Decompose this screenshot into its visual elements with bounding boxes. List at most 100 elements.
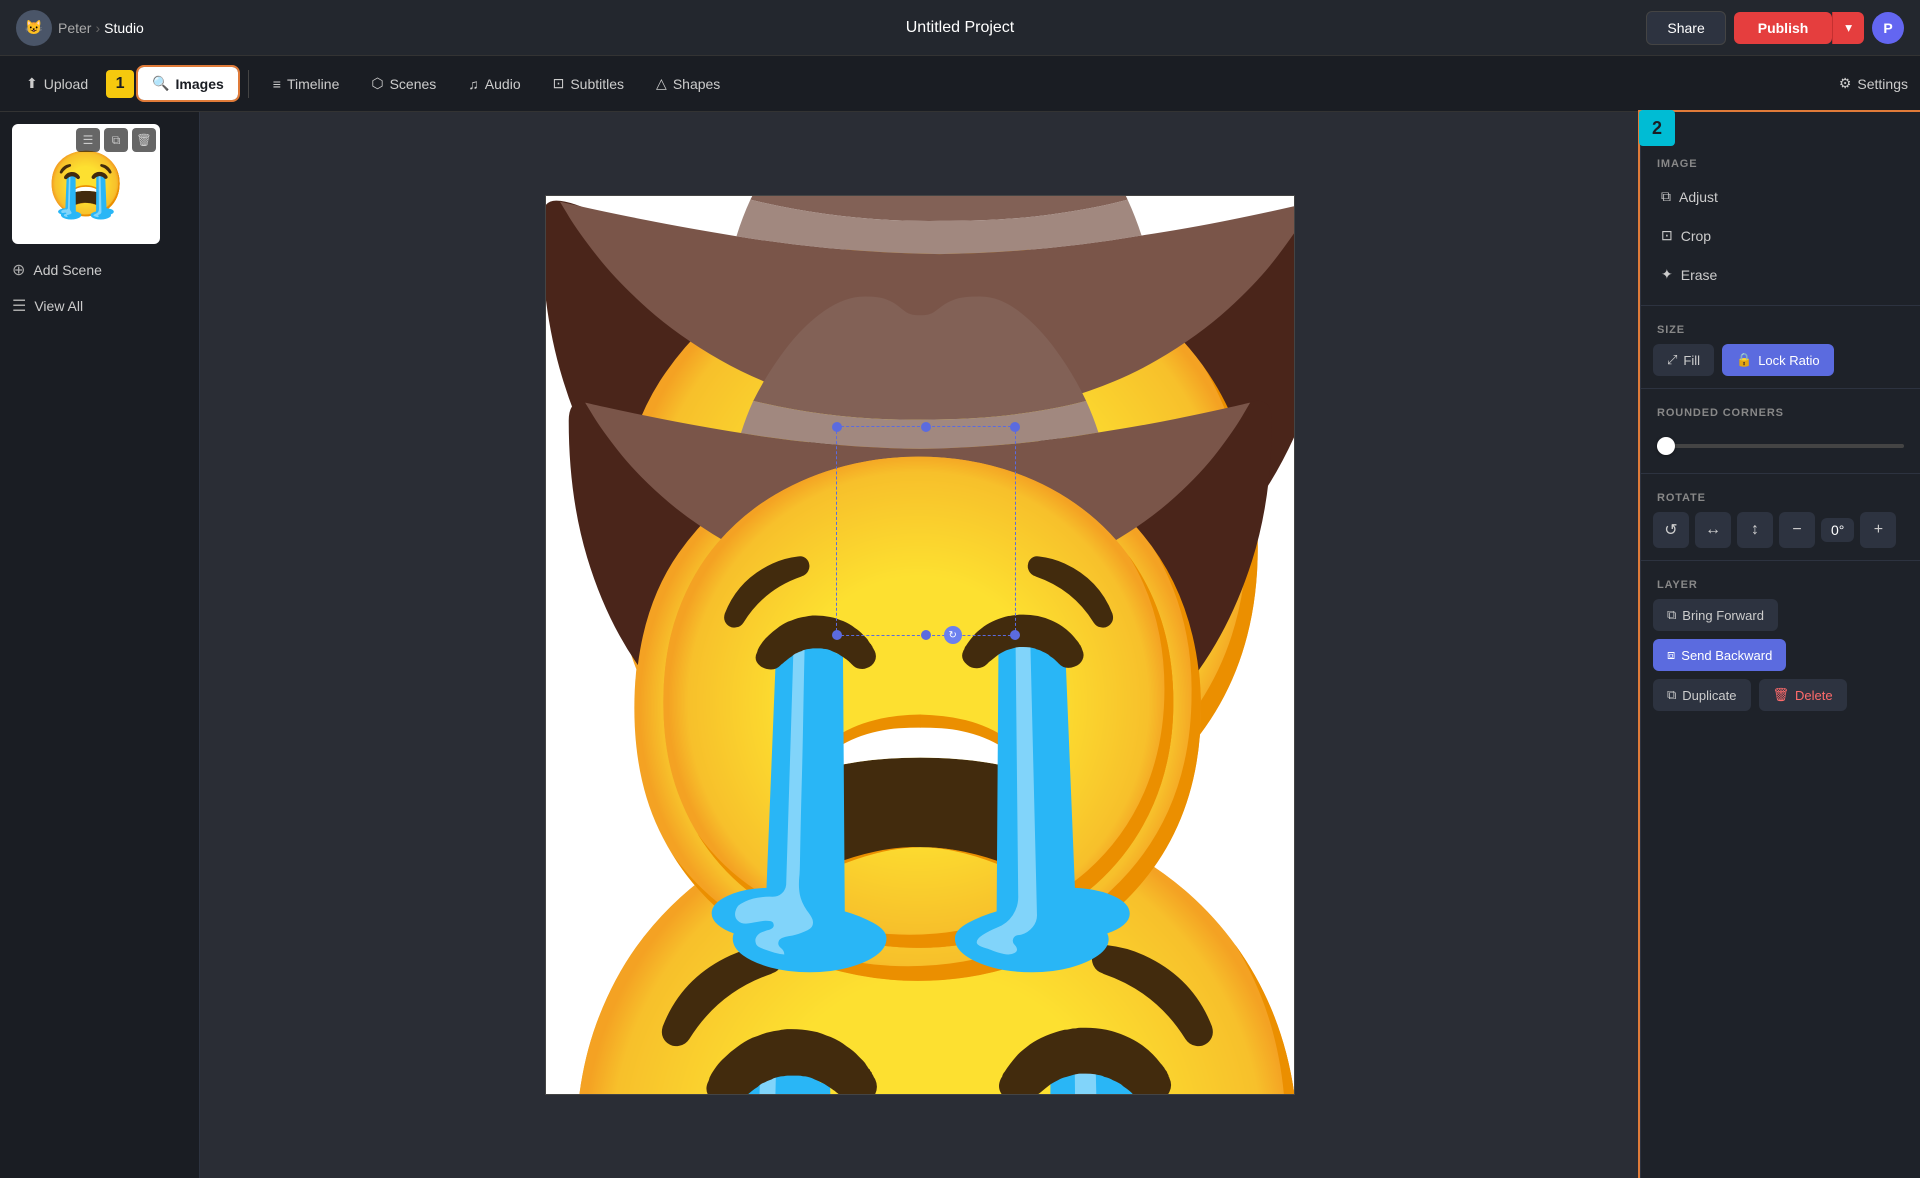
rotate-degree: 0° [1831,522,1844,538]
breadcrumb: Peter › Studio [58,20,144,36]
size-row: ⤢ Fill 🔒 Lock Ratio [1653,344,1908,376]
avatar-wrap: 😺 Peter › Studio [16,10,144,46]
timeline-button[interactable]: ≡ Timeline [259,68,354,100]
rotate-ccw-button[interactable]: ↺ [1653,512,1689,548]
divider-1 [1641,305,1920,306]
delete-icon: 🗑 [1773,687,1790,703]
divider-3 [1641,473,1920,474]
rotate-section: ↺ ↔ ↕ − 0° + [1641,512,1920,560]
upload-label: Upload [44,76,88,92]
audio-button[interactable]: ♫ Audio [454,68,534,100]
emoji-overlay: 😭 [546,196,1294,1094]
publish-group: Publish ▾ [1734,12,1864,44]
settings-button[interactable]: ⚙ Settings [1839,75,1908,92]
rotate-controls: ↺ ↔ ↕ − 0° + [1653,512,1908,548]
shapes-label: Shapes [673,76,720,92]
rounded-section [1641,427,1920,473]
delete-button[interactable]: 🗑 Delete [1759,679,1847,711]
timeline-icon: ≡ [273,76,281,92]
lock-ratio-button[interactable]: 🔒 Lock Ratio [1722,344,1834,376]
shapes-button[interactable]: △ Shapes [642,67,734,100]
share-button[interactable]: Share [1646,11,1725,45]
layer-row-2: ⧈ Send Backward [1653,639,1908,671]
right-panel: 2 IMAGE ⧉ Adjust ⊡ Crop ✦ Erase SIZE ⤢ [1640,112,1920,1178]
scenes-button[interactable]: ⬡ Scenes [357,67,450,100]
section-rounded-title: ROUNDED CORNERS [1641,393,1920,427]
publish-button[interactable]: Publish [1734,12,1833,44]
adjust-label: Adjust [1679,189,1718,205]
divider-4 [1641,560,1920,561]
crop-button[interactable]: ⊡ Crop [1649,217,1912,254]
toolbar-divider [248,70,249,98]
scene-delete-icon[interactable]: 🗑 [132,128,156,152]
audio-label: Audio [485,76,521,92]
scenes-icon: ⬡ [371,75,383,92]
duplicate-icon: ⧉ [1667,687,1676,703]
divider-2 [1641,388,1920,389]
erase-icon: ✦ [1661,266,1673,283]
erase-label: Erase [1681,267,1718,283]
section-layer-title: LAYER [1641,565,1920,599]
rotate-plus-button[interactable]: + [1860,512,1896,548]
view-all-label: View All [34,298,83,314]
step2-badge: 2 [1639,110,1675,146]
user-avatar-icon[interactable]: 😺 [16,10,52,46]
step1-badge: 1 [106,70,134,98]
images-button[interactable]: 🔍 Images [138,67,238,100]
user-initial-avatar[interactable]: P [1872,12,1904,44]
size-section: ⤢ Fill 🔒 Lock Ratio [1641,344,1920,388]
scene-thumbnail[interactable]: 😭 ☰ ⧉ 🗑 [12,124,160,244]
breadcrumb-sep: › [95,20,100,36]
gear-icon: ⚙ [1839,75,1852,92]
plus-icon: ⊕ [12,260,25,280]
crop-label: Crop [1681,228,1711,244]
scene-controls: ☰ ⧉ 🗑 [76,128,156,152]
layer-row-3: ⧉ Duplicate 🗑 Delete [1653,679,1908,711]
subtitles-label: Subtitles [570,76,624,92]
lock-ratio-label: Lock Ratio [1758,353,1819,368]
canvas-content: 🤠😭 🤠 😭 [546,196,1294,1094]
duplicate-label: Duplicate [1682,688,1736,703]
canvas-wrapper[interactable]: 🤠😭 🤠 😭 [545,195,1295,1095]
scene-menu-icon[interactable]: ☰ [76,128,100,152]
canvas-area[interactable]: 🤠😭 🤠 😭 [200,112,1640,1178]
rounded-corners-slider[interactable] [1657,444,1904,448]
section-image-title: IMAGE [1641,112,1920,178]
toolbar: ⬆ Upload 1 🔍 Images ≡ Timeline ⬡ Scenes … [0,56,1920,112]
slider-wrap [1653,427,1908,461]
project-title[interactable]: Untitled Project [906,19,1015,37]
erase-button[interactable]: ✦ Erase [1649,256,1912,293]
topbar: 😺 Peter › Studio Untitled Project Share … [0,0,1920,56]
list-icon: ☰ [12,296,26,316]
add-scene-label: Add Scene [33,262,102,278]
bring-forward-button[interactable]: ⧉ Bring Forward [1653,599,1778,631]
rotate-minus-button[interactable]: − [1779,512,1815,548]
adjust-button[interactable]: ⧉ Adjust [1649,178,1912,215]
shapes-icon: △ [656,75,667,92]
publish-caret-button[interactable]: ▾ [1832,12,1864,44]
flip-h-button[interactable]: ↔ [1695,512,1731,548]
fill-icon: ⤢ [1667,352,1677,368]
settings-label: Settings [1857,76,1908,92]
view-all-button[interactable]: ☰ View All [12,292,187,320]
breadcrumb-user[interactable]: Peter [58,20,91,36]
left-actions: ⊕ Add Scene ☰ View All [12,256,187,320]
send-backward-icon: ⧈ [1667,647,1675,663]
upload-button[interactable]: ⬆ Upload [12,67,102,100]
send-backward-button[interactable]: ⧈ Send Backward [1653,639,1786,671]
search-icon: 🔍 [152,75,169,92]
layer-section: ⧉ Bring Forward ⧈ Send Backward ⧉ Duplic… [1641,599,1920,727]
flip-v-button[interactable]: ↕ [1737,512,1773,548]
crop-icon: ⊡ [1661,227,1673,244]
section-size-title: SIZE [1641,310,1920,344]
section-rotate-title: ROTATE [1641,478,1920,512]
images-label: Images [176,76,224,92]
duplicate-button[interactable]: ⧉ Duplicate [1653,679,1751,711]
subtitles-button[interactable]: ⊡ Subtitles [539,67,638,100]
breadcrumb-studio[interactable]: Studio [104,20,144,36]
scene-copy-icon[interactable]: ⧉ [104,128,128,152]
add-scene-button[interactable]: ⊕ Add Scene [12,256,187,284]
lock-icon: 🔒 [1736,352,1752,368]
fill-button[interactable]: ⤢ Fill [1653,344,1714,376]
topbar-right: Share Publish ▾ P [1646,11,1904,45]
